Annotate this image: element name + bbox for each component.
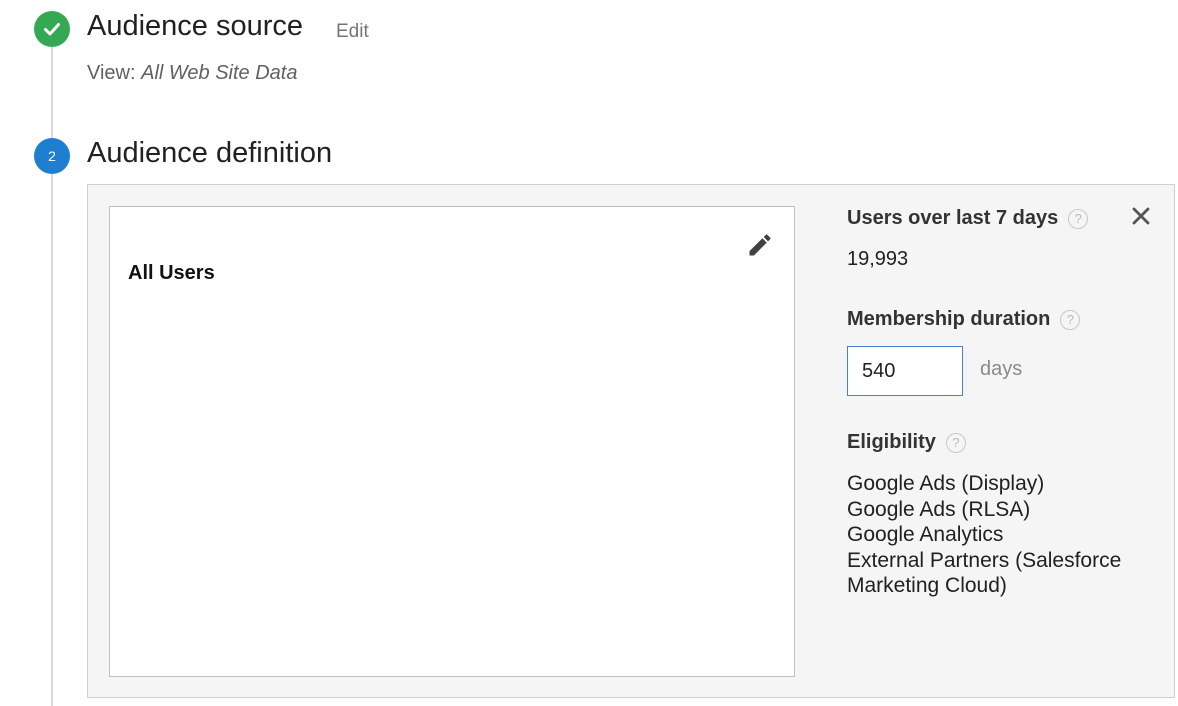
membership-heading: Membership duration ? (847, 308, 1081, 331)
help-icon[interactable]: ? (1060, 309, 1081, 330)
eligibility-item: External Partners (Salesforce Marketing … (847, 548, 1122, 598)
audience-source-title: Audience source (87, 10, 304, 42)
segment-card: All Users (109, 206, 795, 677)
close-icon[interactable] (1129, 204, 1153, 228)
step-complete-check-icon (34, 11, 70, 47)
users-heading: Users over last 7 days ? (847, 207, 1089, 230)
eligibility-item: Google Analytics (847, 523, 1004, 546)
users-count: 19,993 (847, 248, 909, 270)
check-icon (44, 23, 60, 36)
audience-definition-title: Audience definition (87, 137, 333, 169)
source-view-text: View: All Web Site Data (87, 62, 297, 85)
step-number-badge: 2 (34, 138, 70, 174)
segment-name: All Users (128, 262, 215, 284)
view-prefix: View: (87, 62, 142, 84)
eligibility-list: Google Ads (Display) Google Ads (RLSA) G… (847, 471, 1157, 599)
duration-unit-label: days (980, 358, 1023, 380)
help-icon[interactable]: ? (1068, 208, 1089, 229)
users-label: Users over last 7 days (847, 207, 1059, 229)
eligibility-item: Google Ads (RLSA) (847, 497, 1031, 521)
membership-duration-input[interactable] (847, 346, 963, 396)
membership-label: Membership duration (847, 308, 1051, 330)
eligibility-label: Eligibility (847, 431, 936, 453)
audience-definition-panel: All Users Users over last 7 days ? 19,99… (87, 184, 1175, 698)
help-icon[interactable]: ? (945, 432, 966, 453)
pencil-icon[interactable] (746, 231, 774, 259)
edit-source-link[interactable]: Edit (336, 21, 369, 43)
eligibility-item: Google Ads (Display) (847, 472, 1045, 495)
audience-builder: Audience source Edit View: All Web Site … (0, 0, 1178, 706)
audience-summary: Users over last 7 days ? 19,993 Membersh… (847, 185, 1167, 697)
view-name: All Web Site Data (141, 62, 298, 84)
step-number: 2 (48, 148, 56, 164)
eligibility-heading: Eligibility ? (847, 431, 966, 454)
